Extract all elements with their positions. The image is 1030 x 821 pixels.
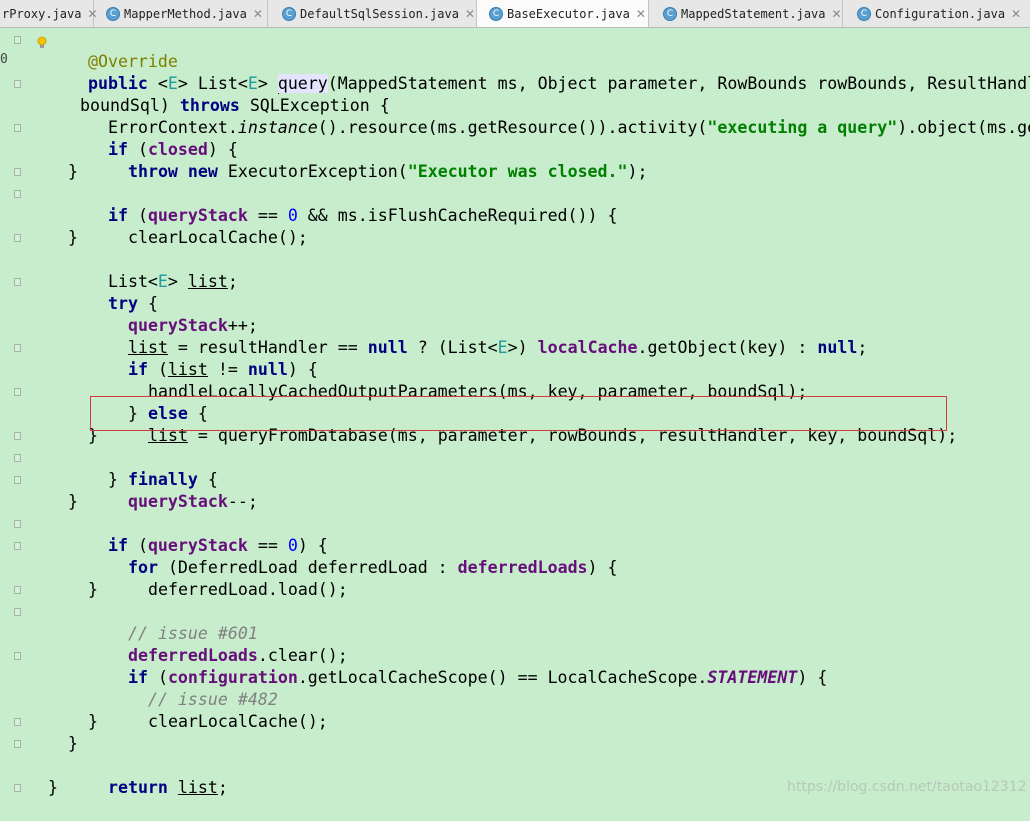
code-line: } — [68, 492, 78, 511]
variable: list — [177, 778, 218, 797]
code-text: .getLocalCacheScope() == LocalCacheScope… — [297, 668, 708, 687]
class-icon: C — [106, 7, 120, 21]
field: deferredLoads — [457, 558, 588, 577]
code-line: boundSql) throws SQLException { — [40, 73, 390, 115]
keyword: new — [187, 162, 218, 181]
tab-label: Configuration.java — [875, 7, 1006, 21]
watermark: https://blog.csdn.net/taotao12312 — [787, 779, 1027, 795]
close-icon[interactable]: ✕ — [465, 7, 475, 21]
code-line: if (list != null) { — [127, 360, 318, 379]
tab-label: BaseExecutor.java — [507, 7, 630, 21]
code-line: ErrorContext.instance().resource(ms.getR… — [68, 95, 1030, 137]
string-literal: "executing a query" — [707, 118, 898, 137]
code-line: clearLocalCache(); — [88, 205, 308, 247]
code-line: } — [88, 712, 98, 731]
class-icon: C — [489, 7, 503, 21]
code-text: deferredLoad.load(); — [147, 580, 348, 599]
tab-default-sql-session[interactable]: C DefaultSqlSession.java ✕ — [268, 0, 477, 27]
code-line: // issue #482 — [108, 667, 278, 709]
close-icon[interactable]: ✕ — [1011, 7, 1021, 21]
static-field: STATEMENT — [707, 668, 798, 687]
class-icon: C — [857, 7, 871, 21]
code-line: clearLocalCache(); — [108, 689, 328, 731]
code-line: } — [48, 778, 58, 797]
code-line: for (DeferredLoad deferredLoad : deferre… — [127, 558, 618, 577]
code-text: ExecutorException( — [217, 162, 408, 181]
string-literal: "Executor was closed." — [407, 162, 628, 181]
static-method: instance — [237, 118, 318, 137]
class-icon: C — [663, 7, 677, 21]
tab-label: MapperMethod.java — [124, 7, 247, 21]
close-icon[interactable]: ✕ — [253, 7, 263, 21]
keyword: return — [107, 778, 168, 797]
field: localCache — [537, 338, 638, 357]
code-text: .getObject(key) : — [637, 338, 818, 357]
code-text: (MappedStatement ms, Object parameter, R… — [327, 74, 1030, 93]
tab-proxy[interactable]: rProxy.java ✕ — [0, 0, 98, 27]
code-text: --; — [227, 492, 258, 511]
code-line: if (closed) { — [107, 140, 238, 159]
code-line: queryStack++; — [88, 293, 258, 335]
variable: list — [187, 272, 228, 291]
tab-mapped-statement[interactable]: C MappedStatement.java ✕ — [649, 0, 843, 27]
code-line: try { — [107, 294, 158, 313]
code-line: if (queryStack == 0) { — [107, 536, 328, 555]
code-text: ? (List< — [407, 338, 498, 357]
code-line: handleLocallyCachedOutputParameters(ms, … — [108, 359, 807, 401]
code-text: >) — [507, 338, 538, 357]
tab-label: rProxy.java — [2, 7, 82, 21]
code-line: } finally { — [107, 470, 218, 489]
code-line: if (configuration.getLocalCacheScope() =… — [127, 668, 828, 687]
code-line: // issue #601 — [88, 601, 258, 643]
keyword: throw — [127, 162, 178, 181]
code-line: } — [88, 580, 98, 599]
code-line: } — [68, 734, 78, 753]
code-text: && ms.isFlushCacheRequired()) { — [297, 206, 618, 225]
tab-configuration[interactable]: C Configuration.java ✕ — [843, 0, 1030, 27]
code-line: throw new ExecutorException("Executor wa… — [127, 162, 648, 181]
close-icon[interactable]: ✕ — [832, 7, 842, 21]
type-param: E — [497, 338, 508, 357]
code-line: deferredLoad.load(); — [108, 557, 348, 599]
tab-label: MappedStatement.java — [681, 7, 826, 21]
code-line: public <E> List<E> query(MappedStatement… — [48, 51, 1030, 94]
close-icon[interactable]: ✕ — [636, 7, 646, 21]
code-line: queryStack--; — [88, 469, 258, 511]
type-param: E — [157, 272, 168, 291]
code-line: } — [68, 162, 78, 181]
code-line: @Override — [48, 29, 178, 71]
editor-tab-bar: rProxy.java ✕ C MapperMethod.java ✕ C De… — [0, 0, 1030, 28]
code-line: } — [68, 228, 78, 247]
code-line: if (queryStack == 0 && ms.isFlushCacheRe… — [107, 206, 618, 225]
code-line: return list; — [107, 778, 228, 797]
tab-mapper-method[interactable]: C MapperMethod.java ✕ — [94, 0, 268, 27]
code-line: deferredLoads.clear(); — [88, 623, 348, 665]
highlight-box — [90, 396, 947, 431]
code-text: ).object(ms.getId — [897, 118, 1030, 137]
tab-label: DefaultSqlSession.java — [300, 7, 459, 21]
code-line: list = resultHandler == null ? (List<E>)… — [127, 338, 868, 357]
code-text: clearLocalCache(); — [127, 228, 308, 247]
code-text: clearLocalCache(); — [147, 712, 328, 731]
code-text: ().resource(ms.getResource()).activity( — [317, 118, 708, 137]
code-line: List<E> list; — [107, 272, 238, 291]
field: queryStack — [127, 492, 228, 511]
tab-base-executor[interactable]: C BaseExecutor.java ✕ — [477, 0, 649, 27]
keyword: null — [367, 338, 408, 357]
keyword: null — [817, 338, 858, 357]
class-icon: C — [282, 7, 296, 21]
